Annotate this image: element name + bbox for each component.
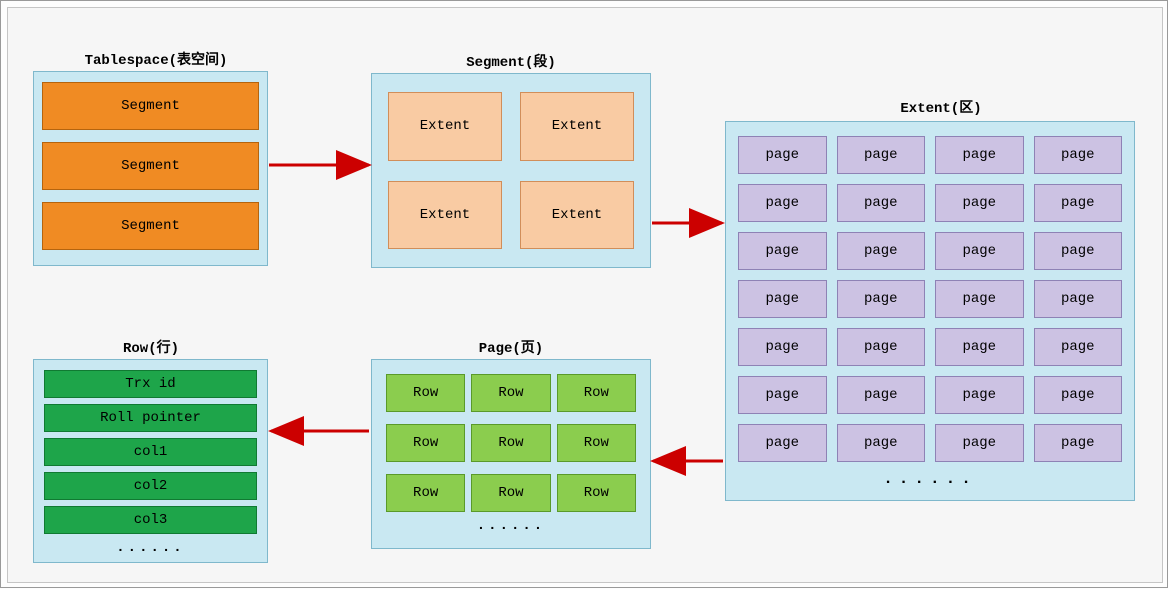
- page-item: page: [837, 136, 926, 174]
- extent-item: Extent: [520, 92, 634, 161]
- row-item: Row: [557, 474, 636, 512]
- page-item: page: [1034, 232, 1123, 270]
- row-item: Row: [471, 374, 550, 412]
- extent-item: Extent: [388, 181, 502, 250]
- extent-item: Extent: [388, 92, 502, 161]
- row-item: Row: [557, 424, 636, 462]
- page-item: page: [837, 376, 926, 414]
- page-item: page: [1034, 328, 1123, 366]
- page-item: page: [738, 376, 827, 414]
- extent-panel: pagepagepagepagepagepagepagepagepagepage…: [725, 121, 1135, 501]
- row-field: col2: [44, 472, 257, 500]
- page-item: page: [1034, 424, 1123, 462]
- row-item: Row: [471, 424, 550, 462]
- row-item: Row: [386, 424, 465, 462]
- page-item: page: [837, 328, 926, 366]
- diagram-canvas: Tablespace(表空间) Segment(段) Extent(区) Pag…: [0, 0, 1168, 588]
- tablespace-panel: Segment Segment Segment: [33, 71, 268, 266]
- title-tablespace: Tablespace(表空间): [66, 49, 246, 69]
- row-item: Row: [386, 474, 465, 512]
- page-item: page: [935, 424, 1024, 462]
- extent-dots: ......: [738, 470, 1122, 488]
- title-segment: Segment(段): [431, 51, 591, 71]
- row-panel: Trx id Roll pointer col1 col2 col3 .....…: [33, 359, 268, 563]
- page-item: page: [738, 280, 827, 318]
- page-item: page: [935, 136, 1024, 174]
- row-field: col3: [44, 506, 257, 534]
- page-item: page: [1034, 376, 1123, 414]
- title-extent: Extent(区): [881, 97, 1001, 117]
- page-item: page: [935, 280, 1024, 318]
- page-item: page: [1034, 280, 1123, 318]
- row-grid: RowRowRowRowRowRowRowRowRow: [386, 374, 636, 512]
- page-item: page: [1034, 184, 1123, 222]
- row-dots: ......: [44, 540, 257, 556]
- row-field: col1: [44, 438, 257, 466]
- page-dots: ......: [386, 518, 636, 534]
- title-page: Page(页): [451, 337, 571, 357]
- page-item: page: [935, 184, 1024, 222]
- page-item: page: [738, 424, 827, 462]
- page-item: page: [837, 424, 926, 462]
- page-grid: pagepagepagepagepagepagepagepagepagepage…: [738, 136, 1122, 462]
- row-field: Roll pointer: [44, 404, 257, 432]
- row-item: Row: [386, 374, 465, 412]
- page-item: page: [738, 232, 827, 270]
- page-item: page: [837, 184, 926, 222]
- segment-item: Segment: [42, 142, 259, 190]
- page-panel: RowRowRowRowRowRowRowRowRow ......: [371, 359, 651, 549]
- row-item: Row: [471, 474, 550, 512]
- row-field: Trx id: [44, 370, 257, 398]
- page-item: page: [935, 232, 1024, 270]
- page-item: page: [837, 280, 926, 318]
- page-item: page: [738, 136, 827, 174]
- segment-item: Segment: [42, 82, 259, 130]
- page-item: page: [738, 184, 827, 222]
- page-item: page: [837, 232, 926, 270]
- title-row: Row(行): [101, 337, 201, 357]
- segment-item: Segment: [42, 202, 259, 250]
- page-item: page: [935, 328, 1024, 366]
- page-item: page: [1034, 136, 1123, 174]
- extent-item: Extent: [520, 181, 634, 250]
- page-item: page: [935, 376, 1024, 414]
- row-item: Row: [557, 374, 636, 412]
- segment-panel: Extent Extent Extent Extent: [371, 73, 651, 268]
- page-item: page: [738, 328, 827, 366]
